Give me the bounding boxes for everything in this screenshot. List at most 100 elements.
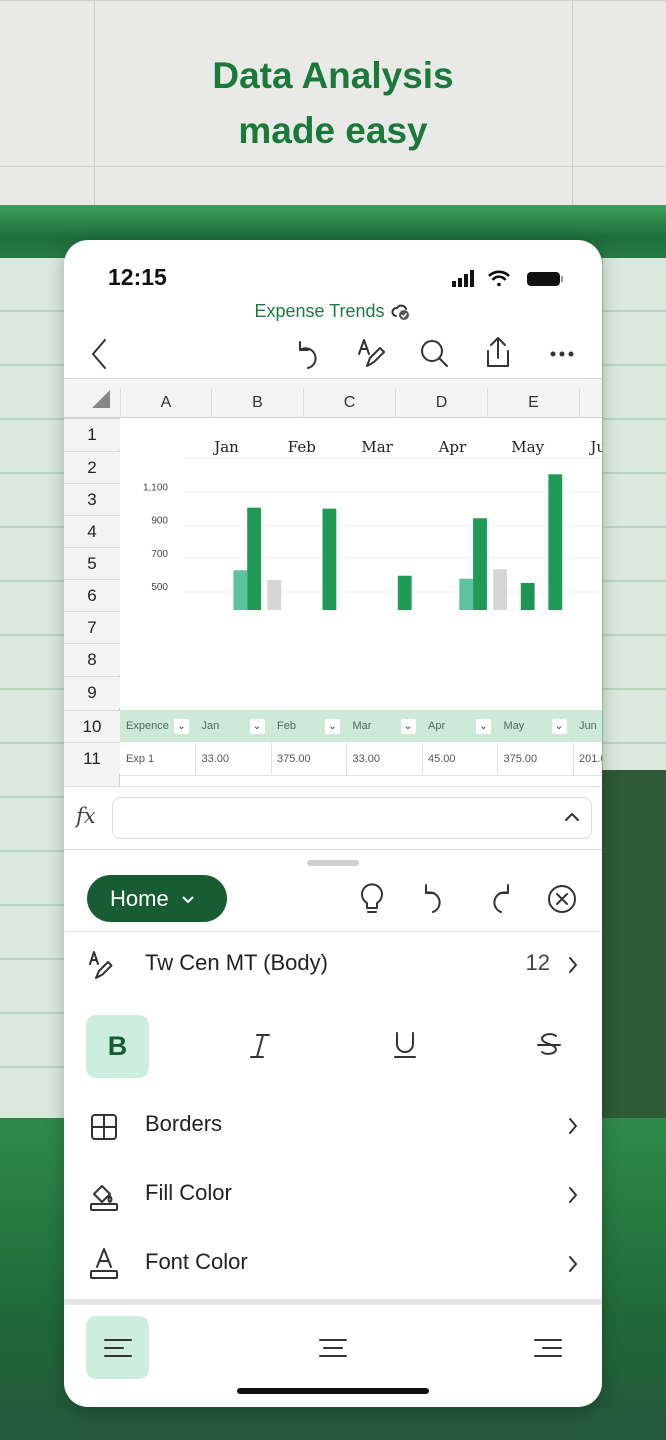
y-tick-label: 500 [151,582,168,593]
column-header-a[interactable]: A [120,388,211,418]
home-indicator [237,1388,429,1394]
filter-dropdown-icon[interactable]: ⌄ [174,719,189,734]
formula-input[interactable] [112,797,592,839]
chevron-right-icon [569,957,577,973]
share-icon[interactable] [484,336,512,370]
document-title[interactable]: Expense Trends [254,301,384,321]
bar-apr-series-1 [418,647,432,669]
font-color-label: Font Color [145,1249,248,1274]
table-cell[interactable]: 201.0 [573,742,602,776]
x-category-label: Jun [588,438,602,456]
filter-dropdown-icon[interactable]: ⌄ [551,719,567,734]
align-center-icon[interactable] [318,1337,348,1359]
row-header-11[interactable]: 11 [64,742,120,774]
font-name: Tw Cen MT (Body) [145,950,328,975]
x-category-label: Feb [288,438,316,456]
undo-icon[interactable] [422,882,450,916]
divider [64,931,602,932]
table-cell[interactable]: 375.00 [497,742,574,776]
column-header-d[interactable]: D [395,388,487,418]
bar-feb-series-5 [323,509,337,669]
font-color-row[interactable]: Font Color [64,1235,602,1295]
lightbulb-icon[interactable] [360,882,384,916]
font-icon [89,951,113,979]
row-header-1[interactable]: 1 [64,418,120,450]
redo-icon[interactable] [484,882,512,916]
y-tick-label: 300 [151,615,168,626]
column-header-c[interactable]: C [303,388,395,418]
y-tick-label: 900 [151,516,168,527]
table-header-cell[interactable]: Apr ⌄ [422,710,498,742]
table-header-cell[interactable]: Mar ⌄ [347,710,423,742]
table-cell[interactable]: 33.00 [346,742,423,776]
bold-button[interactable]: B [86,1015,149,1078]
fill-color-row[interactable]: Fill Color [64,1166,602,1226]
status-time: 12:15 [108,264,167,290]
row-header-9[interactable]: 9 [64,676,120,708]
row-header-2[interactable]: 2 [64,451,120,483]
search-icon[interactable] [420,338,450,370]
bar-mar-series-1 [343,655,357,669]
promo-headline: Data Analysis made easy [0,48,666,158]
row-header-10[interactable]: 10 [64,710,120,742]
select-all-icon[interactable] [92,390,110,408]
bar-jan-series-2 [206,610,220,669]
underline-icon[interactable] [393,1030,417,1060]
y-tick-label: 100 [151,648,168,659]
bar-mar-series-3 [370,623,384,669]
table-cell[interactable]: Exp 1 [120,742,196,776]
strikethrough-icon[interactable] [536,1030,562,1060]
fill-color-icon [90,1185,118,1211]
chevron-up-icon[interactable] [564,811,580,823]
column-header-f[interactable] [579,388,602,418]
bar-mar-series-5 [398,576,412,669]
header-label: Expence [126,720,169,732]
row-header-3[interactable]: 3 [64,483,120,515]
bar-jan-series-1 [192,652,206,669]
header-label: Jun [579,720,597,732]
table-cell[interactable]: 45.00 [422,742,498,776]
bar-apr-series-3 [446,613,460,669]
row-header-7[interactable]: 7 [64,611,120,643]
table-header-cell[interactable]: Jan ⌄ [196,710,272,742]
bar-may-series-5 [548,474,562,669]
draw-icon[interactable] [357,338,389,370]
italic-icon[interactable] [248,1032,272,1060]
font-size: 12 [525,950,550,975]
column-header-e[interactable]: E [487,388,579,418]
table-cell[interactable]: 375.00 [271,742,347,776]
align-left-icon [104,1339,132,1357]
row-header-5[interactable]: 5 [64,547,120,579]
bar-may-series-3 [521,583,535,669]
bar-feb-series-2 [281,610,295,669]
row-header-6[interactable]: 6 [64,579,120,611]
home-tab-button[interactable]: Home [87,875,227,922]
row-header-8[interactable]: 8 [64,643,120,675]
more-icon[interactable] [550,350,574,358]
column-header-b[interactable]: B [211,388,303,418]
table-header-cell[interactable]: Feb ⌄ [271,710,347,742]
borders-row[interactable]: Borders [64,1097,602,1157]
header-label: May [503,720,525,732]
filter-dropdown-icon[interactable]: ⌄ [249,719,265,734]
document-title-wrap: Expense Trends [64,301,602,322]
font-name-row[interactable]: Tw Cen MT (Body) 12 [64,936,602,996]
bar-feb-series-1 [267,580,281,669]
table-cell[interactable]: 33.00 [195,742,272,776]
table-header-cell[interactable]: May ⌄ [498,710,574,742]
y-tick-label: 1,100 [143,482,168,493]
drag-handle[interactable] [307,860,359,866]
back-chevron-icon[interactable] [90,338,110,370]
table-header-cell[interactable]: Jun [573,710,602,742]
filter-dropdown-icon[interactable]: ⌄ [400,719,416,734]
align-left-button[interactable] [86,1316,149,1379]
undo-icon[interactable] [296,338,324,370]
filter-dropdown-icon[interactable]: ⌄ [476,719,491,734]
x-category-label: May [511,438,544,456]
table-header-cell[interactable]: Expence ⌄ [120,710,196,742]
align-right-icon[interactable] [533,1337,563,1359]
row-header-4[interactable]: 4 [64,515,120,547]
filter-dropdown-icon[interactable]: ⌄ [325,719,340,734]
close-circle-icon[interactable] [547,884,577,914]
bar-mar-series-2 [356,610,370,669]
